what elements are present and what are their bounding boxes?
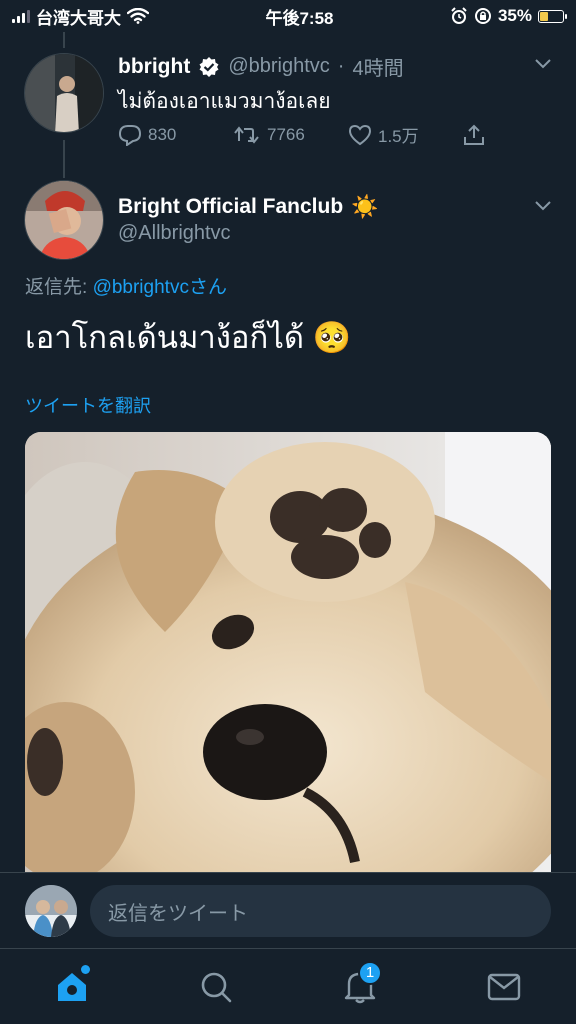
like-button[interactable]: 1.5万	[348, 122, 463, 147]
reply-prefix: 返信先:	[25, 277, 93, 298]
retweet-button[interactable]: 7766	[233, 122, 348, 147]
avatar[interactable]	[25, 885, 77, 937]
chevron-down-icon[interactable]	[534, 200, 552, 212]
tweet-time: 4時間	[352, 58, 404, 80]
share-icon	[464, 124, 484, 145]
reply-icon	[118, 124, 142, 146]
mail-icon	[487, 973, 521, 1000]
author-name[interactable]: bbright	[118, 55, 190, 79]
separator-dot: ·	[337, 55, 345, 77]
tweet-text: เอาโกลเด้นมาง้อก็ได้	[25, 320, 305, 355]
reply-suffix: さん	[188, 277, 227, 298]
notifications-badge: 1	[358, 960, 382, 985]
tab-notifications[interactable]: 1	[330, 957, 390, 1017]
tweet-text: ไม่ต้องเอาแมวมาง้อเลย	[118, 90, 331, 113]
parent-tweet[interactable]: bbright @bbrightvc · 4時間 ไม่ต้องเอาแมวมา…	[0, 0, 576, 170]
tweet-actions: 830 7766 1.5万	[118, 122, 576, 147]
tab-bar: 1	[0, 948, 576, 1024]
home-unread-dot	[81, 964, 90, 974]
heart-icon	[348, 124, 372, 145]
verified-icon	[199, 56, 219, 77]
replying-to: 返信先: @bbrightvcさん	[25, 272, 227, 299]
tweet-media-image[interactable]	[25, 432, 551, 872]
search-icon	[201, 972, 232, 1002]
tab-home[interactable]	[42, 957, 102, 1017]
author-name[interactable]: Bright Official Fanclub	[118, 195, 343, 219]
retweet-count: 7766	[267, 124, 305, 144]
reply-input[interactable]: 返信をツイート	[90, 885, 551, 937]
avatar[interactable]	[24, 53, 104, 133]
home-icon	[58, 972, 86, 1001]
like-count: 1.5万	[378, 127, 419, 146]
reply-count: 830	[148, 124, 177, 144]
tab-messages[interactable]	[474, 957, 534, 1017]
retweet-icon	[234, 125, 259, 144]
avatar[interactable]	[24, 180, 104, 260]
translate-tweet-link[interactable]: ツイートを翻訳	[25, 392, 151, 418]
share-button[interactable]	[463, 122, 576, 147]
reply-bar: 返信をツイート	[0, 872, 576, 948]
chevron-down-icon[interactable]	[534, 58, 552, 70]
author-handle[interactable]: @bbrightvc	[228, 55, 329, 78]
pleading-face-emoji-icon: 🥺	[312, 320, 352, 355]
author-handle[interactable]: @Allbrightvc	[118, 222, 231, 245]
reply-button[interactable]: 830	[118, 122, 233, 147]
reply-mention-link[interactable]: @bbrightvc	[93, 277, 189, 298]
tab-search[interactable]	[186, 957, 246, 1017]
sun-emoji-icon: ☀️	[351, 194, 379, 219]
tweet-text-container: เอาโกลเด้นมาง้อก็ได้ 🥺	[25, 312, 351, 362]
